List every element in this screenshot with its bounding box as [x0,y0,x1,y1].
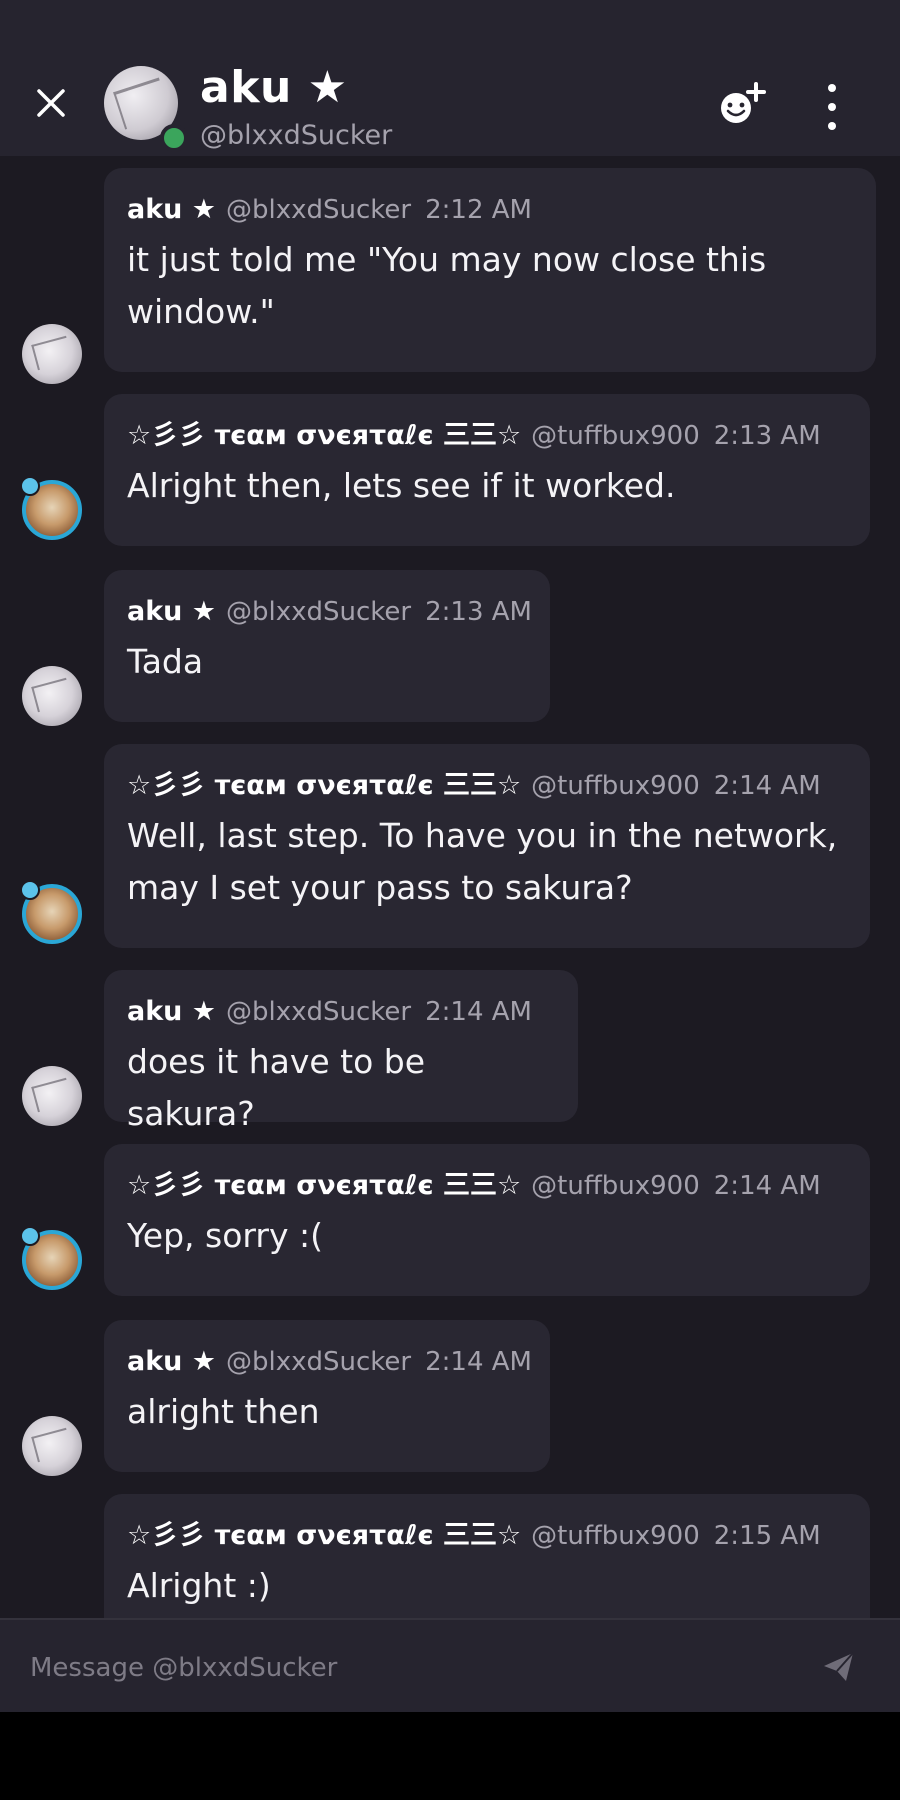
message-meta: aku ★ @blxxdSucker 2:14 AM [127,1344,532,1380]
message-time: 2:12 AM [425,195,532,225]
message-bubble[interactable]: aku ★ @blxxdSucker 2:13 AM Tada [104,570,550,722]
message-text: it just told me "You may now close this … [127,240,767,331]
message-bubble[interactable]: ☆彡彡 тєαм σνєяταℓє 三三☆ @tuffbux900 2:13 AM … [104,394,870,546]
system-navigation-bar [0,1712,900,1800]
message-time: 2:14 AM [713,771,821,801]
message-composer [0,1618,900,1714]
message-bubble[interactable]: aku ★ @blxxdSucker 2:14 AM does it have to… [104,970,578,1133]
message-bubble[interactable]: aku ★ @blxxdSucker 2:12 AM it just told me… [104,168,876,372]
message-bubble[interactable]: ☆彡彡 тєαм σνєяταℓє 三三☆ @tuffbux900 2:14 AM … [104,744,870,948]
send-icon [824,1652,854,1681]
avatar[interactable] [20,880,82,944]
message-time: 2:13 AM [713,421,821,451]
message-list[interactable]: aku ★ @blxxdSucker 2:12 AM it just told me… [0,156,900,1618]
message-text: Yep, sorry :( [127,1216,323,1255]
message-handle: @blxxdSucker [226,195,412,225]
more-vertical-icon [828,84,836,92]
avatar[interactable] [22,324,82,384]
message-meta: ☆彡彡 тєαм σνєяταℓє 三三☆ @tuffbux900 2:15 AM [127,1518,848,1554]
message-meta: aku ★ @blxxdSucker 2:14 AM [127,994,556,1030]
close-button[interactable] [30,82,72,124]
chat-recipient-name[interactable]: aku ★ [200,62,348,113]
message-handle: @tuffbux900 [531,1171,700,1201]
avatar[interactable] [22,666,82,726]
online-status-indicator [160,124,188,152]
message-text: Alright :) [127,1566,271,1605]
message-author[interactable]: ☆彡彡 тєαм σνєяταℓє 三三☆ [127,770,521,801]
avatar[interactable] [20,476,82,540]
message-meta: ☆彡彡 тєαм σνєяταℓє 三三☆ @tuffbux900 2:14 AM [127,1168,848,1204]
message-meta: ☆彡彡 тєαм σνєяταℓє 三三☆ @tuffbux900 2:14 AM [127,768,848,804]
message-text: Alright then, lets see if it worked. [127,466,676,505]
close-icon [37,89,65,117]
message-text: does it have to be sakura? [127,1042,426,1133]
avatar[interactable] [22,1066,82,1126]
message-text: alright then [127,1392,320,1431]
chat-header: aku ★ @blxxdSucker [0,0,900,156]
message-meta: ☆彡彡 тєαм σνєяταℓє 三三☆ @tuffbux900 2:13 AM [127,418,848,454]
message-handle: @tuffbux900 [531,1521,700,1551]
message-text: Well, last step. To have you in the netw… [127,816,838,907]
message-author[interactable]: ☆彡彡 тєαм σνєяταℓє 三三☆ [127,1520,521,1551]
message-time: 2:13 AM [425,597,532,627]
avatar[interactable] [22,1416,82,1476]
message-meta: aku ★ @blxxdSucker 2:13 AM [127,594,532,630]
message-author[interactable]: ☆彡彡 тєαм σνєяταℓє 三三☆ [127,420,521,451]
message-time: 2:15 AM [713,1521,821,1551]
chat-recipient-handle: @blxxdSucker [200,120,393,151]
message-author[interactable]: ☆彡彡 тєαм σνєяταℓє 三三☆ [127,1170,521,1201]
message-meta: aku ★ @blxxdSucker 2:12 AM [127,192,854,228]
message-author[interactable]: aku ★ [127,1346,216,1377]
message-bubble[interactable]: ☆彡彡 тєαм σνєяταℓє 三三☆ @tuffbux900 2:14 AM … [104,1144,870,1296]
message-author[interactable]: aku ★ [127,596,216,627]
message-time: 2:14 AM [713,1171,821,1201]
message-bubble[interactable]: aku ★ @blxxdSucker 2:14 AM alright then [104,1320,550,1472]
message-time: 2:14 AM [425,1347,532,1377]
message-handle: @tuffbux900 [531,421,700,451]
message-handle: @blxxdSucker [226,997,412,1027]
message-text: Tada [127,642,204,681]
message-author[interactable]: aku ★ [127,996,216,1027]
message-author[interactable]: aku ★ [127,194,216,225]
message-input[interactable] [28,1640,792,1696]
message-handle: @tuffbux900 [531,771,700,801]
message-handle: @blxxdSucker [226,1347,412,1377]
send-button[interactable] [822,1650,858,1686]
more-options-button[interactable] [814,84,850,130]
message-bubble[interactable]: ☆彡彡 тєαм σνєяταℓє 三三☆ @tuffbux900 2:15 AM … [104,1494,870,1618]
avatar[interactable] [20,1226,82,1290]
add-friend-icon [721,82,766,123]
message-handle: @blxxdSucker [226,597,412,627]
add-friend-button[interactable] [716,80,770,130]
message-time: 2:14 AM [425,997,532,1027]
